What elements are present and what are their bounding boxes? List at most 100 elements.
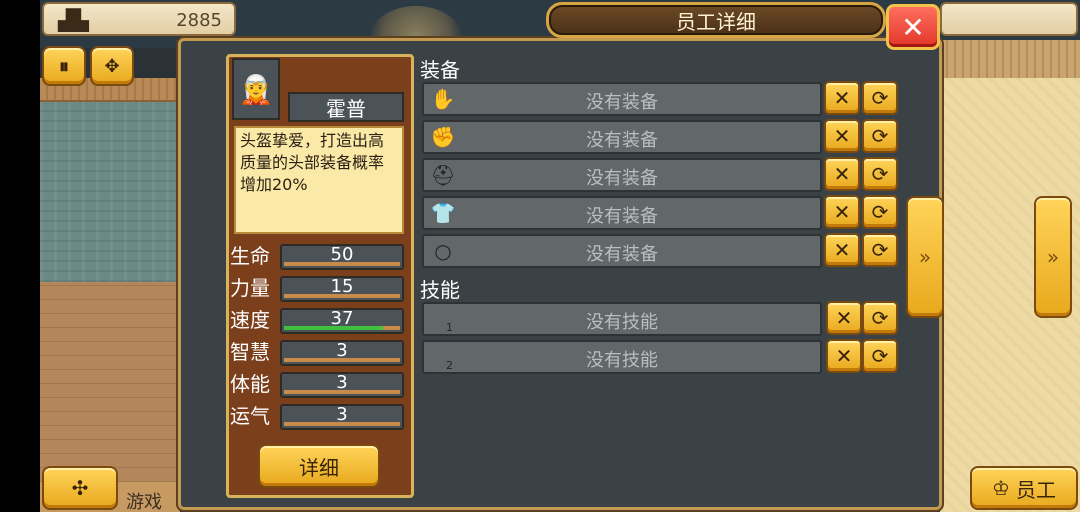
stat-progress-track (284, 326, 400, 330)
stat-label: 体能 (230, 372, 270, 396)
staff-button[interactable]: ♔ 员工 (970, 466, 1078, 510)
stat-bar: 3 (280, 404, 404, 430)
stat-progress-track (284, 390, 400, 394)
crown-icon: ♔ (992, 476, 1010, 500)
swap-icon: ⟳ (871, 200, 889, 224)
map-icon: ✥ (104, 55, 120, 77)
equipment-slot-text: 没有装备 (586, 206, 658, 227)
skill-slot[interactable]: 1 没有技能 (422, 302, 822, 336)
equipment-slot-text: 没有装备 (586, 168, 658, 189)
double-chevron-right-icon: » (1046, 245, 1060, 269)
building-coin-icon: ▟▙ (58, 8, 89, 32)
remove-skill-button[interactable]: ✕ (826, 339, 862, 373)
stat-bar: 37 (280, 308, 404, 334)
stat-bar: 3 (280, 340, 404, 366)
unequip-button[interactable]: ✕ (824, 233, 860, 267)
horned-helmet-avatar-icon: 🧝 (238, 72, 274, 106)
stat-row: 速度 37 (230, 306, 408, 336)
next-page-arrow[interactable]: » (1034, 196, 1072, 318)
right-building-roof (940, 40, 1080, 80)
swap-equipment-button[interactable]: ⟳ (862, 81, 898, 115)
double-chevron-right-icon: » (918, 245, 932, 269)
cross-swords-icon: ✕ (833, 162, 851, 186)
next-staff-arrow[interactable]: » (906, 196, 944, 318)
swap-skill-button[interactable]: ⟳ (862, 339, 898, 373)
character-name-box: 霍普 (288, 92, 404, 122)
cross-swords-icon: ✕ (835, 306, 853, 330)
equipment-slot[interactable]: ⛑ 没有装备 (422, 158, 822, 192)
cross-swords-icon: ✕ (835, 344, 853, 368)
stat-progress-track (284, 262, 400, 266)
unequip-button[interactable]: ✕ (824, 81, 860, 115)
stat-label: 运气 (230, 404, 270, 428)
skill-slot-text: 没有技能 (586, 312, 658, 333)
skill-slot-text: 没有技能 (586, 350, 658, 371)
close-button[interactable]: ✕ (886, 4, 940, 50)
swap-equipment-button[interactable]: ⟳ (862, 233, 898, 267)
equipment-slot-text: 没有装备 (586, 244, 658, 265)
left-building-stone-wall (40, 102, 180, 282)
swap-icon: ⟳ (871, 162, 889, 186)
dpad-icon: ✣ (71, 476, 89, 500)
unequip-button[interactable]: ✕ (824, 119, 860, 153)
unequip-button[interactable]: ✕ (824, 195, 860, 229)
character-description: 头盔挚爱，打造出高质量的头部装备概率增加20% (234, 126, 404, 234)
swap-icon: ⟳ (871, 238, 889, 262)
stat-row: 力量 15 (230, 274, 408, 304)
skills-title: 技能 (420, 278, 460, 302)
stat-label: 智慧 (230, 340, 270, 364)
stat-row: 智慧 3 (230, 338, 408, 368)
equipment-slot[interactable]: ○ 没有装备 (422, 234, 822, 268)
detail-button-label: 详细 (299, 455, 339, 480)
stat-progress-fill (284, 326, 383, 330)
character-portrait: 🧝 (232, 58, 280, 120)
stat-label: 生命 (230, 244, 270, 268)
swap-icon: ⟳ (871, 124, 889, 148)
swap-icon: ⟳ (871, 306, 889, 330)
left-screen-edge (0, 0, 40, 512)
stat-row: 运气 3 (230, 402, 408, 432)
stat-progress-track (284, 358, 400, 362)
stat-row: 体能 3 (230, 370, 408, 400)
game-screen: ▟▙ 2885 ⏸ ✥ « » ✣ 游戏 ♔ 员工 员工详细 ✕ » 🧝 霍普 … (0, 0, 1080, 512)
stat-label: 速度 (230, 308, 270, 332)
swap-icon: ⟳ (871, 86, 889, 110)
stat-bar: 50 (280, 244, 404, 270)
dialog-title-bar: 员工详细 (546, 2, 886, 38)
equipment-slot-text: 没有装备 (586, 92, 658, 113)
remove-skill-button[interactable]: ✕ (826, 301, 862, 335)
swap-equipment-button[interactable]: ⟳ (862, 195, 898, 229)
stat-bar: 3 (280, 372, 404, 398)
stat-progress-track (284, 294, 400, 298)
stat-row: 生命 50 (230, 242, 408, 272)
equipment-title: 装备 (420, 58, 460, 82)
right-hud-bar (940, 2, 1078, 36)
pause-button[interactable]: ⏸ (42, 46, 86, 86)
coin-counter: ▟▙ 2885 (42, 2, 236, 36)
pause-icon: ⏸ (59, 54, 69, 78)
cross-swords-icon: ✕ (833, 238, 851, 262)
stat-label: 力量 (230, 276, 270, 300)
equipment-slot-text: 没有装备 (586, 130, 658, 151)
character-name: 霍普 (326, 96, 366, 121)
equipment-slot[interactable]: 👕 没有装备 (422, 196, 822, 230)
stat-bar: 15 (280, 276, 404, 302)
left-building-brick-wall (40, 282, 180, 482)
unequip-button[interactable]: ✕ (824, 157, 860, 191)
swap-skill-button[interactable]: ⟳ (862, 301, 898, 335)
coin-value: 2885 (176, 10, 222, 31)
detail-button[interactable]: 详细 (258, 444, 380, 488)
swap-equipment-button[interactable]: ⟳ (862, 157, 898, 191)
map-button[interactable]: ✥ (90, 46, 134, 86)
move-button[interactable]: ✣ (42, 466, 118, 510)
equipment-slot[interactable]: ✋ 没有装备 (422, 82, 822, 116)
swap-icon: ⟳ (871, 344, 889, 368)
skill-slot[interactable]: 2 没有技能 (422, 340, 822, 374)
dialog-title: 员工详细 (676, 9, 756, 34)
equipment-slot[interactable]: ✊ 没有装备 (422, 120, 822, 154)
cross-swords-icon: ✕ (833, 200, 851, 224)
game-label: 游戏 (126, 492, 162, 512)
staff-button-label: 员工 (1015, 477, 1056, 502)
swap-equipment-button[interactable]: ⟳ (862, 119, 898, 153)
stat-progress-track (284, 422, 400, 426)
